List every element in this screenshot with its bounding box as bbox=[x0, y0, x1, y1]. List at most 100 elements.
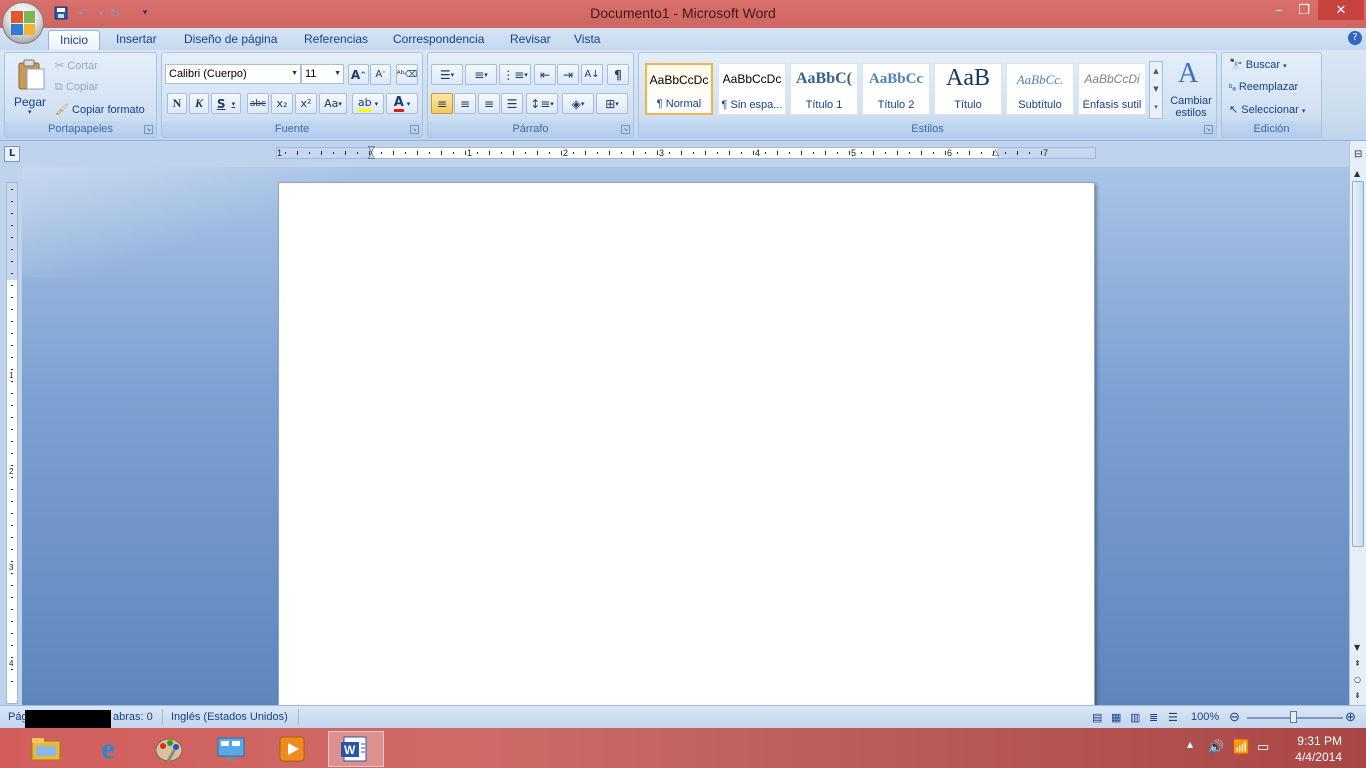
redo-icon[interactable]: ↻ bbox=[106, 4, 124, 22]
vertical-ruler[interactable]: 1 2 3 4 bbox=[6, 182, 18, 704]
tab-revisar[interactable]: Revisar bbox=[499, 30, 562, 50]
next-page-icon[interactable]: ⇟ bbox=[1354, 691, 1361, 700]
tab-inicio[interactable]: Inicio bbox=[48, 30, 101, 50]
web-layout-icon[interactable]: ▥ bbox=[1130, 711, 1140, 724]
zoom-out-icon[interactable]: ⊖ bbox=[1229, 709, 1240, 725]
document-page[interactable] bbox=[278, 182, 1095, 722]
tab-vista[interactable]: Vista bbox=[563, 30, 611, 50]
word-count[interactable]: abras: 0 bbox=[113, 711, 153, 723]
line-spacing-button[interactable]: ↕≡ ▾ bbox=[526, 93, 558, 114]
view-ruler-icon[interactable]: ⊟ bbox=[1354, 149, 1362, 160]
bullets-button[interactable]: ☰ ▾ bbox=[431, 64, 463, 85]
grow-font-button[interactable]: A ^ bbox=[348, 64, 369, 85]
zoom-slider-thumb[interactable] bbox=[1290, 711, 1297, 723]
align-left-button[interactable]: ≡ bbox=[431, 93, 453, 114]
styles-gallery-scroll[interactable]: ▲ ▼ ▾ bbox=[1149, 61, 1163, 119]
align-right-button[interactable]: ≡ bbox=[478, 93, 500, 114]
show-formatting-button[interactable]: ¶ bbox=[607, 64, 629, 85]
align-center-button[interactable]: ≡ bbox=[454, 93, 476, 114]
print-layout-icon[interactable]: ▤ bbox=[1092, 711, 1102, 724]
network-icon[interactable]: 📶 bbox=[1233, 740, 1249, 755]
increase-indent-button[interactable]: ⇥ bbox=[557, 64, 579, 85]
more-styles-icon[interactable]: ▾ bbox=[1150, 98, 1162, 116]
zoom-level[interactable]: 100% bbox=[1191, 711, 1219, 723]
font-color-button[interactable]: A ▾ bbox=[386, 93, 418, 114]
undo-icon[interactable]: ↶ bbox=[74, 4, 92, 22]
font-name-select[interactable]: Calibri (Cuerpo) ▼ bbox=[165, 64, 301, 84]
shading-button[interactable]: ◈ ▾ bbox=[562, 93, 594, 114]
bold-button[interactable]: N bbox=[167, 93, 187, 114]
horizontal-ruler[interactable]: 1 1 2 3 4 5 6 7 ▽ △ △ bbox=[276, 145, 1096, 161]
paragraph-launcher-icon[interactable]: ↘ bbox=[621, 125, 630, 134]
internet-explorer-icon[interactable]: e bbox=[82, 731, 134, 767]
style-enfasis-sutil[interactable]: AaBbCcDi Énfasis sutil bbox=[1078, 63, 1146, 115]
language-status[interactable]: Inglés (Estados Unidos) bbox=[171, 711, 288, 723]
styles-launcher-icon[interactable]: ↘ bbox=[1204, 125, 1213, 134]
tab-correspondencia[interactable]: Correspondencia bbox=[382, 30, 495, 50]
browse-object-icon[interactable]: ○ bbox=[1354, 675, 1361, 684]
subscript-button[interactable]: x₂ bbox=[271, 93, 293, 114]
scroll-down-icon[interactable]: ▼ bbox=[1354, 643, 1360, 652]
tab-diseno-pagina[interactable]: Diseño de página bbox=[173, 30, 288, 50]
change-styles-button[interactable]: A Cambiar estilos bbox=[1166, 57, 1216, 120]
replace-button[interactable]: ᵇₐ Reemplazar bbox=[1229, 81, 1298, 93]
justify-button[interactable]: ☰ bbox=[501, 93, 523, 114]
control-panel-icon[interactable] bbox=[205, 731, 257, 767]
underline-button[interactable]: S ▾ bbox=[211, 93, 241, 114]
customize-qat-icon[interactable]: ▾ bbox=[136, 4, 154, 22]
vertical-scrollbar[interactable]: ⊟ ▲ ▼ ⇞ ○ ⇟ bbox=[1349, 141, 1366, 705]
help-icon[interactable]: ? bbox=[1348, 31, 1362, 45]
select-button[interactable]: ↖ Seleccionar ▾ bbox=[1229, 103, 1305, 116]
clock[interactable]: 9:31 PM 4/4/2014 bbox=[1295, 733, 1342, 765]
minimize-icon[interactable]: – bbox=[1266, 0, 1292, 20]
media-player-icon[interactable] bbox=[266, 731, 318, 767]
show-hidden-icons[interactable]: ▲ bbox=[1187, 740, 1193, 749]
paste-button[interactable]: Pegar ▾ bbox=[11, 57, 51, 117]
tab-selector-button[interactable]: L bbox=[4, 146, 20, 162]
font-launcher-icon[interactable]: ↘ bbox=[410, 125, 419, 134]
style-titulo-1[interactable]: AaBbC( Título 1 bbox=[790, 63, 858, 115]
style-subtitulo[interactable]: AaBbCc. Subtítulo bbox=[1006, 63, 1074, 115]
highlight-button[interactable]: ab ▾ bbox=[352, 93, 384, 114]
zoom-in-icon[interactable]: ⊕ bbox=[1345, 709, 1356, 725]
file-explorer-icon[interactable] bbox=[20, 731, 72, 767]
style-normal[interactable]: AaBbCcDc ¶ Normal bbox=[645, 63, 713, 115]
style-titulo-2[interactable]: AaBbCc Título 2 bbox=[862, 63, 930, 115]
paint-icon[interactable] bbox=[143, 731, 195, 767]
chevron-down-icon[interactable]: ▼ bbox=[1150, 80, 1162, 98]
clear-format-button[interactable]: ᴬᵇ⌫ bbox=[396, 64, 418, 85]
style-sin-espaciado[interactable]: AaBbCcDc ¶ Sin espa... bbox=[718, 63, 786, 115]
scrollbar-thumb[interactable] bbox=[1352, 181, 1364, 547]
format-painter-button[interactable]: 🖌 Copiar formato bbox=[55, 103, 145, 116]
scroll-up-icon[interactable]: ▲ bbox=[1354, 169, 1360, 178]
decrease-indent-button[interactable]: ⇤ bbox=[534, 64, 556, 85]
italic-button[interactable]: K bbox=[189, 93, 209, 114]
save-icon[interactable] bbox=[52, 4, 70, 22]
word-taskbar-button[interactable]: W bbox=[328, 731, 384, 767]
font-size-select[interactable]: 11 ▼ bbox=[301, 64, 344, 84]
shrink-font-button[interactable]: Aˇ bbox=[370, 64, 391, 85]
draft-icon[interactable]: ☰ bbox=[1168, 711, 1178, 724]
strikethrough-button[interactable]: abc bbox=[247, 93, 269, 114]
clipboard-launcher-icon[interactable]: ↘ bbox=[144, 125, 153, 134]
style-titulo[interactable]: AaB Título bbox=[934, 63, 1002, 115]
restore-icon[interactable]: ❐ bbox=[1292, 0, 1316, 20]
superscript-button[interactable]: x² bbox=[295, 93, 317, 114]
borders-button[interactable]: ⊞ ▾ bbox=[596, 93, 628, 114]
close-icon[interactable]: ✕ bbox=[1318, 0, 1364, 20]
full-screen-reading-icon[interactable]: ▦ bbox=[1111, 711, 1121, 724]
office-button[interactable] bbox=[2, 2, 44, 44]
sort-button[interactable]: A↓ bbox=[581, 64, 603, 85]
change-case-button[interactable]: Aa ▾ bbox=[319, 93, 347, 114]
find-button[interactable]: 🔭 Buscar ▾ bbox=[1229, 58, 1287, 71]
tab-insertar[interactable]: Insertar bbox=[105, 30, 168, 50]
chevron-up-icon[interactable]: ▲ bbox=[1150, 62, 1162, 80]
tab-referencias[interactable]: Referencias bbox=[293, 30, 379, 50]
action-center-icon[interactable]: ▭ bbox=[1257, 740, 1269, 755]
numbering-button[interactable]: ≡ ▾ bbox=[465, 64, 497, 85]
copy-button[interactable]: ⧉ Copiar bbox=[55, 81, 98, 94]
outline-icon[interactable]: ≣ bbox=[1149, 711, 1158, 724]
previous-page-icon[interactable]: ⇞ bbox=[1354, 659, 1361, 668]
cut-button[interactable]: ✂ Cortar bbox=[55, 59, 98, 72]
volume-icon[interactable]: 🔊 bbox=[1208, 740, 1224, 755]
